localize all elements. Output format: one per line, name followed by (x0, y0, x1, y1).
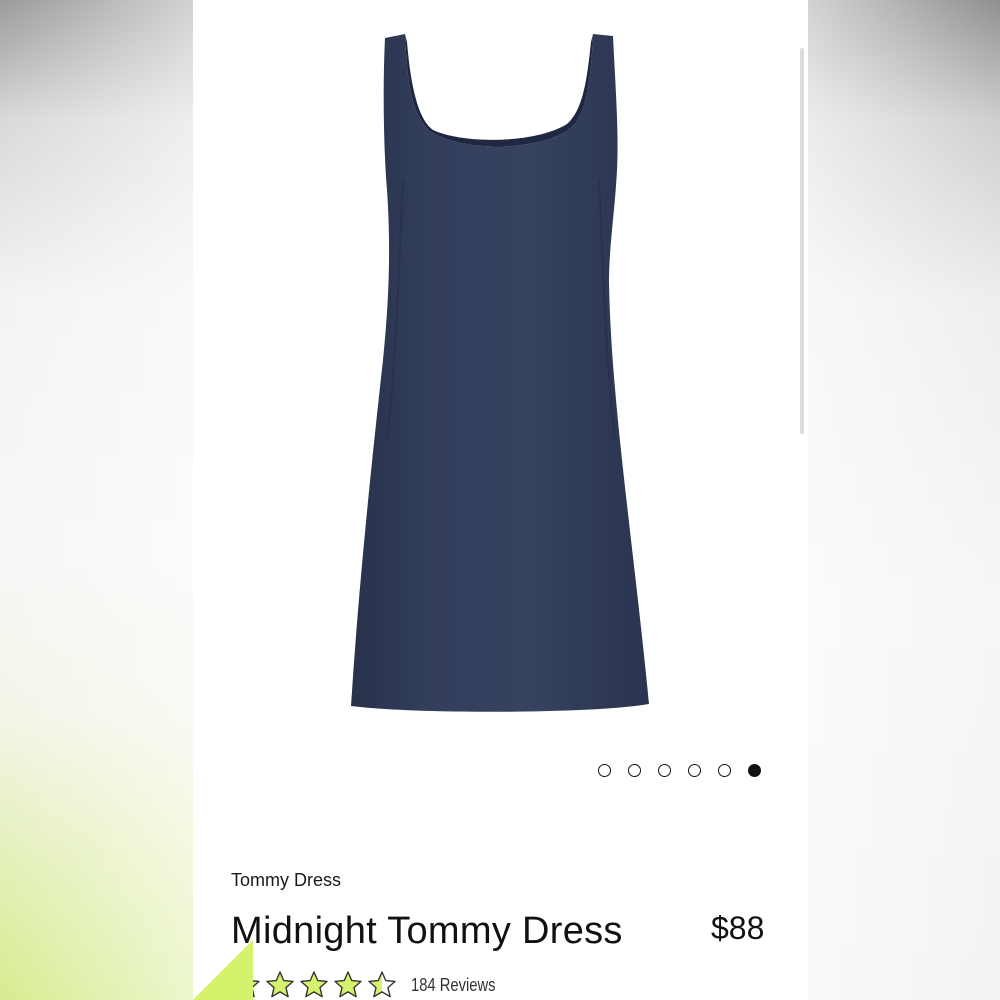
product-price: $88 (711, 910, 765, 946)
product-detail-screen: Tommy Dress Midnight Tommy Dress $88 184… (193, 0, 808, 1000)
star-icon (300, 971, 328, 998)
reviews-count[interactable]: 184 Reviews (411, 975, 496, 996)
carousel-dot-2[interactable] (628, 763, 641, 777)
collection-label: Tommy Dress (231, 870, 342, 890)
scrollbar[interactable] (800, 48, 804, 434)
star-icon (368, 971, 396, 998)
product-title: Midnight Tommy Dress (231, 910, 623, 952)
background-left-blur (0, 0, 193, 1000)
carousel-dot-4[interactable] (688, 763, 701, 777)
rating-row[interactable]: 184 Reviews (231, 970, 514, 1000)
star-rating (231, 970, 397, 1000)
background-right-blur (808, 0, 1000, 1000)
product-image[interactable] (303, 20, 703, 720)
accent-decoration (193, 940, 253, 1000)
carousel-dots (598, 760, 773, 780)
carousel-dot-1[interactable] (598, 763, 611, 777)
carousel-dot-3[interactable] (658, 763, 671, 777)
carousel-dot-6[interactable] (748, 763, 761, 777)
star-icon (266, 971, 294, 998)
star-icon (334, 971, 362, 998)
carousel-dot-5[interactable] (718, 763, 731, 777)
dress-image (351, 34, 649, 712)
